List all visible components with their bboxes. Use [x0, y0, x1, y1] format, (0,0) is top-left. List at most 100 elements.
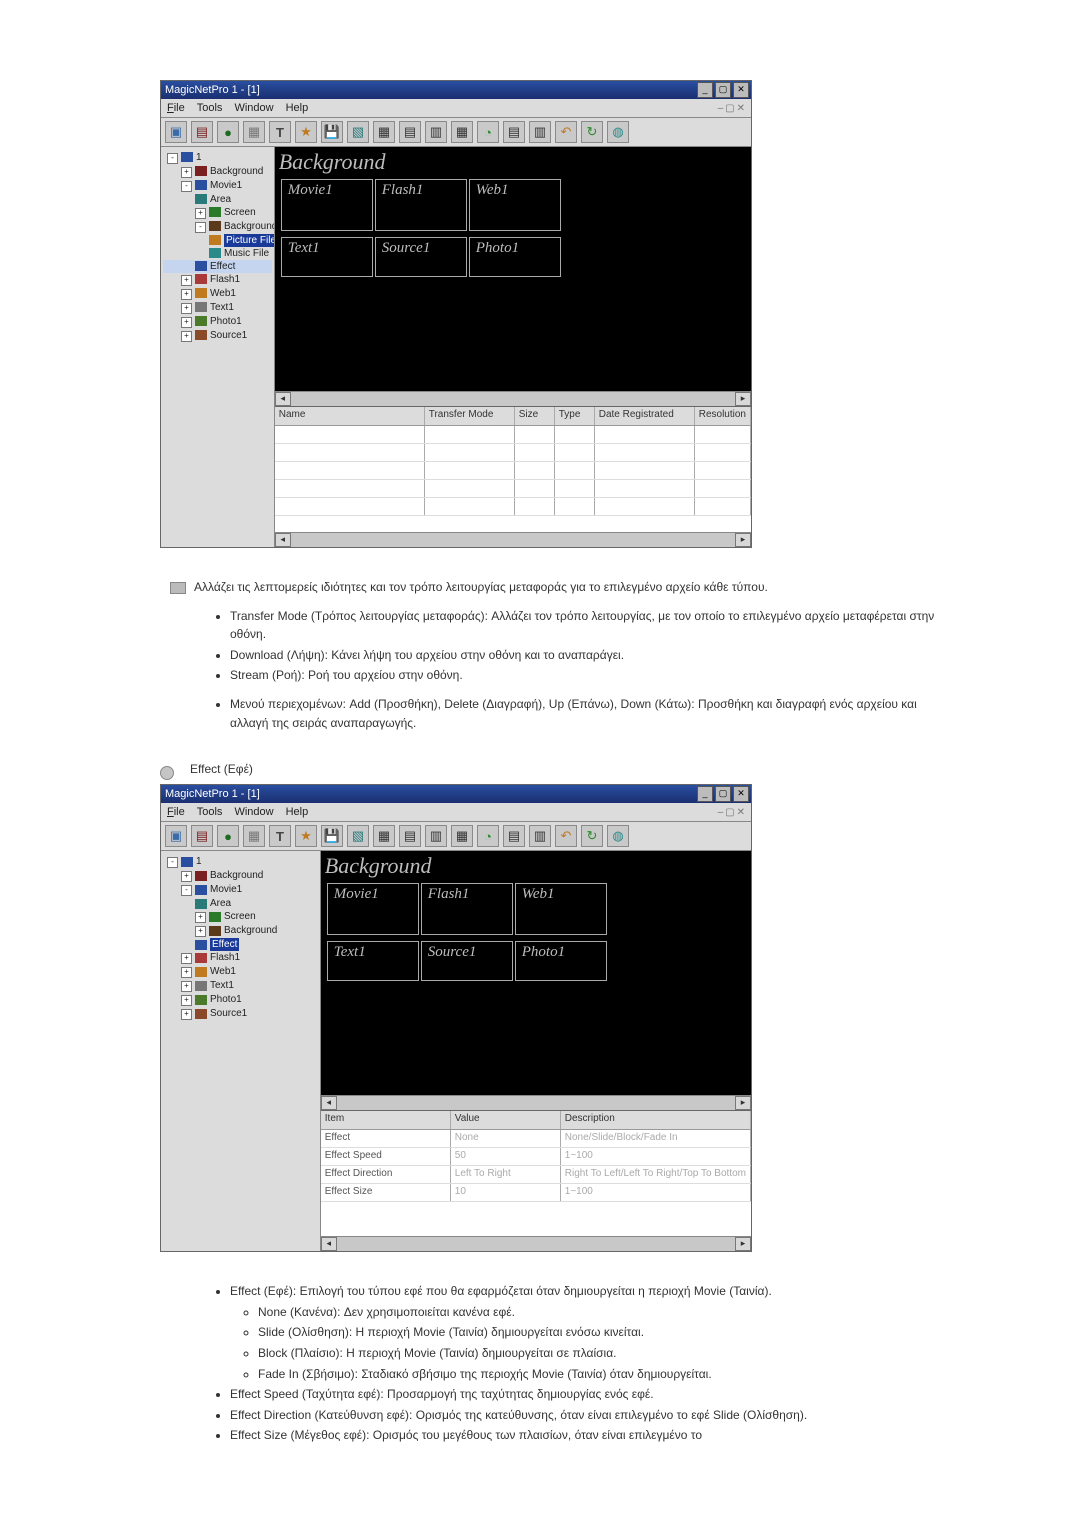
tree-item[interactable]: +Screen	[163, 910, 318, 924]
minimize-icon[interactable]: _	[697, 786, 713, 802]
col-date[interactable]: Date Registrated	[595, 407, 695, 425]
tree-item[interactable]: +Background	[163, 924, 318, 938]
scrollbar-h[interactable]: ◂▸	[321, 1095, 751, 1110]
tree-item[interactable]: -Movie1	[163, 883, 318, 897]
tool-icon[interactable]: ◔	[477, 121, 499, 143]
tool-icon[interactable]: ▦	[243, 121, 265, 143]
tree-item[interactable]: +Background	[163, 869, 318, 883]
table-row[interactable]: Effect Speed 50 1~100	[321, 1148, 751, 1166]
tool-icon[interactable]: ◔	[477, 825, 499, 847]
tool-icon[interactable]: ▥	[529, 121, 551, 143]
tool-icon[interactable]: ▤	[399, 121, 421, 143]
tool-icon[interactable]: ▤	[503, 121, 525, 143]
stage-box-source1[interactable]: Source1	[375, 237, 467, 277]
minimize-icon[interactable]: _	[697, 82, 713, 98]
tree-item[interactable]: Area	[163, 897, 318, 910]
tool-icon[interactable]: ▦	[451, 825, 473, 847]
tool-icon[interactable]: ▣	[165, 121, 187, 143]
col-res[interactable]: Resolution	[695, 407, 751, 425]
stage-box-photo1[interactable]: Photo1	[515, 941, 607, 981]
stage-box-web1[interactable]: Web1	[515, 883, 607, 935]
stage-box-movie1[interactable]: Movie1	[281, 179, 373, 231]
menu-file[interactable]: File	[167, 806, 185, 818]
tool-icon[interactable]: T	[269, 825, 291, 847]
tool-icon[interactable]: ◍	[607, 121, 629, 143]
close-icon[interactable]: ✕	[733, 82, 749, 98]
tool-icon[interactable]: ↻	[581, 825, 603, 847]
tool-icon[interactable]: 💾	[321, 121, 343, 143]
tree-root[interactable]: -1	[163, 855, 318, 869]
tool-icon[interactable]: 💾	[321, 825, 343, 847]
tree-item[interactable]: +Text1	[163, 979, 318, 993]
stage-box-photo1[interactable]: Photo1	[469, 237, 561, 277]
tool-icon[interactable]: ↻	[581, 121, 603, 143]
tree-item[interactable]: +Source1	[163, 329, 272, 343]
tool-icon[interactable]: ▥	[425, 121, 447, 143]
tree-item[interactable]: +Background	[163, 165, 272, 179]
stage-box-flash1[interactable]: Flash1	[375, 179, 467, 231]
table-row[interactable]	[275, 444, 751, 462]
tool-icon[interactable]: ●	[217, 121, 239, 143]
tool-icon[interactable]: ▦	[373, 825, 395, 847]
maximize-icon[interactable]: ▢	[715, 786, 731, 802]
col-size[interactable]: Size	[515, 407, 555, 425]
tool-icon[interactable]: T	[269, 121, 291, 143]
col-transfer[interactable]: Transfer Mode	[425, 407, 515, 425]
tool-icon[interactable]: ▤	[191, 825, 213, 847]
stage-box-text1[interactable]: Text1	[281, 237, 373, 277]
tree-item[interactable]: +Flash1	[163, 951, 318, 965]
table-row[interactable]: Effect None None/Slide/Block/Fade In	[321, 1130, 751, 1148]
stage-box-source1[interactable]: Source1	[421, 941, 513, 981]
tool-icon[interactable]: ◍	[607, 825, 629, 847]
tree-item-selected[interactable]: Effect	[163, 938, 318, 951]
menu-window[interactable]: Window	[234, 806, 273, 818]
tool-icon[interactable]: ▥	[425, 825, 447, 847]
tree-item[interactable]: +Web1	[163, 965, 318, 979]
tree-item[interactable]: Effect	[163, 260, 272, 273]
col-item[interactable]: Item	[321, 1111, 451, 1129]
tool-icon[interactable]: ▤	[399, 825, 421, 847]
stage-box-movie1[interactable]: Movie1	[327, 883, 419, 935]
tree-item[interactable]: -Movie1	[163, 179, 272, 193]
tree-item-selected[interactable]: Picture File	[163, 234, 272, 247]
table-row[interactable]	[275, 462, 751, 480]
tool-icon[interactable]: ↶	[555, 121, 577, 143]
tree-root[interactable]: -1	[163, 151, 272, 165]
table-row[interactable]: Effect Size 10 1~100	[321, 1184, 751, 1202]
maximize-icon[interactable]: ▢	[715, 82, 731, 98]
col-name[interactable]: Name	[275, 407, 425, 425]
table-row[interactable]	[275, 426, 751, 444]
tool-icon[interactable]: ▦	[373, 121, 395, 143]
tool-icon[interactable]: ▧	[347, 121, 369, 143]
tree-item[interactable]: +Screen	[163, 206, 272, 220]
scrollbar-h[interactable]: ◂▸	[275, 391, 751, 406]
stage-box-flash1[interactable]: Flash1	[421, 883, 513, 935]
menu-window[interactable]: Window	[234, 102, 273, 114]
tree-item[interactable]: +Text1	[163, 301, 272, 315]
table-row[interactable]	[275, 480, 751, 498]
tool-icon[interactable]: ↶	[555, 825, 577, 847]
tool-icon[interactable]: ▦	[243, 825, 265, 847]
menu-tools[interactable]: Tools	[197, 102, 223, 114]
tool-icon[interactable]: ▤	[191, 121, 213, 143]
close-icon[interactable]: ✕	[733, 786, 749, 802]
menu-tools[interactable]: Tools	[197, 806, 223, 818]
stage-box-web1[interactable]: Web1	[469, 179, 561, 231]
tree-item[interactable]: +Web1	[163, 287, 272, 301]
tree-item[interactable]: +Photo1	[163, 315, 272, 329]
tool-icon[interactable]: ▦	[451, 121, 473, 143]
menu-file[interactable]: FFileile	[167, 102, 185, 114]
tree-item[interactable]: +Photo1	[163, 993, 318, 1007]
tree-item[interactable]: Area	[163, 193, 272, 206]
tree-item[interactable]: +Source1	[163, 1007, 318, 1021]
table-row[interactable]	[275, 498, 751, 516]
scrollbar-h[interactable]: ◂▸	[275, 532, 751, 547]
menu-help[interactable]: Help	[286, 102, 309, 114]
tool-icon[interactable]: ▣	[165, 825, 187, 847]
tool-icon[interactable]: ★	[295, 825, 317, 847]
table-row[interactable]: Effect Direction Left To Right Right To …	[321, 1166, 751, 1184]
tool-icon[interactable]: ★	[295, 121, 317, 143]
tree-item[interactable]: Music File	[163, 247, 272, 260]
tool-icon[interactable]: ▧	[347, 825, 369, 847]
menu-help[interactable]: Help	[286, 806, 309, 818]
